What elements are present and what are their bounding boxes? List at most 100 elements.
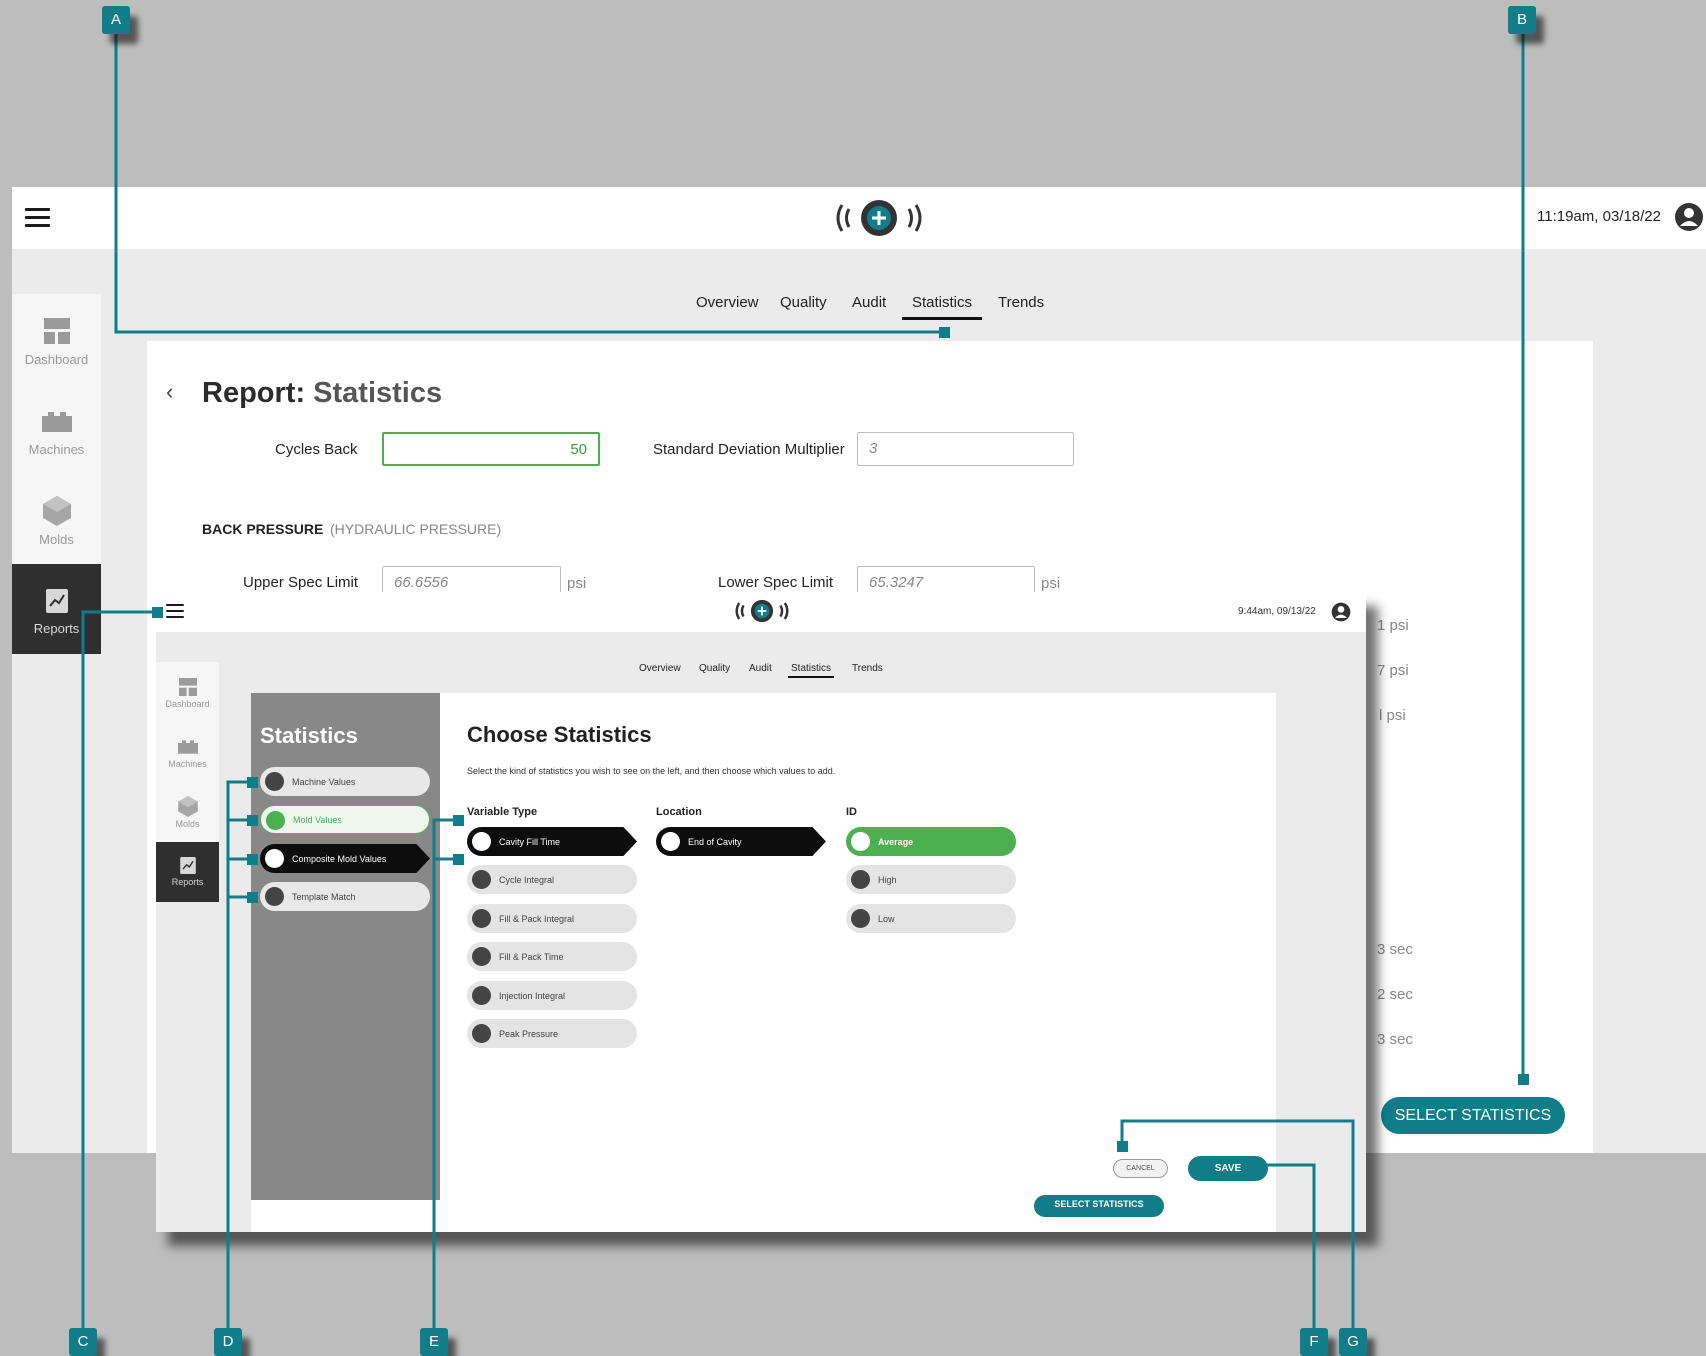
inset-window: 9:44am, 09/13/22 Overview Quality Audit … bbox=[156, 592, 1366, 1232]
tab-overview[interactable]: Overview bbox=[696, 294, 759, 311]
save-button[interactable]: SAVE bbox=[1188, 1156, 1268, 1181]
menu-icon[interactable] bbox=[166, 604, 184, 618]
sidebar-item-molds[interactable]: Molds bbox=[156, 782, 219, 842]
tab-quality[interactable]: Quality bbox=[699, 663, 730, 674]
location-end-of-cavity[interactable]: End of Cavity bbox=[656, 827, 826, 856]
sidebar-item-machines[interactable]: Machines bbox=[12, 384, 101, 474]
page-title: Report: Statistics bbox=[202, 377, 442, 410]
app-logo-icon bbox=[735, 599, 789, 623]
mold-icon bbox=[42, 496, 71, 526]
callout-marker: G bbox=[1339, 1328, 1367, 1356]
callout-marker: A bbox=[102, 6, 130, 34]
variable-peak-pressure[interactable]: Peak Pressure bbox=[467, 1019, 637, 1048]
tab-trends[interactable]: Trends bbox=[852, 663, 883, 674]
variable-label: Peak Pressure bbox=[499, 1028, 559, 1039]
select-statistics-button[interactable]: SELECT STATISTICS bbox=[1034, 1195, 1164, 1217]
machine-icon bbox=[177, 740, 198, 754]
variable-label: Fill & Pack Integral bbox=[499, 913, 575, 924]
variable-icon bbox=[472, 870, 491, 889]
sidebar-item-machines[interactable]: Machines bbox=[156, 722, 219, 782]
check-icon bbox=[851, 832, 870, 851]
sidebar-label: Molds bbox=[175, 819, 200, 829]
category-label: Composite Mold Values bbox=[292, 853, 387, 864]
user-account-icon[interactable] bbox=[1674, 202, 1704, 232]
cancel-button[interactable]: CANCEL bbox=[1113, 1159, 1168, 1178]
lsl-unit: psi bbox=[1041, 575, 1061, 592]
sidebar-label: Dashboard bbox=[24, 352, 89, 367]
category-composite-mold-values[interactable]: Composite Mold Values bbox=[260, 844, 430, 873]
callout-marker: C bbox=[69, 1328, 97, 1356]
variable-icon bbox=[472, 832, 491, 851]
sdm-input[interactable]: 3 bbox=[857, 432, 1074, 466]
sidebar-label: Molds bbox=[39, 532, 74, 547]
sidebar-item-reports[interactable]: Reports bbox=[12, 564, 101, 654]
select-statistics-button[interactable]: SELECT STATISTICS bbox=[1381, 1097, 1565, 1134]
user-account-icon[interactable] bbox=[1331, 602, 1351, 622]
section-subtitle: (HYDRAULIC PRESSURE) bbox=[330, 521, 502, 537]
tab-statistics[interactable]: Statistics bbox=[901, 294, 983, 320]
tab-quality[interactable]: Quality bbox=[780, 294, 827, 311]
variable-label: Fill & Pack Time bbox=[499, 951, 564, 962]
tab-overview[interactable]: Overview bbox=[639, 663, 681, 674]
mold-icon bbox=[266, 811, 285, 830]
category-template-match[interactable]: Template Match bbox=[260, 882, 430, 911]
clock: 11:19am, 03/18/22 bbox=[1537, 208, 1661, 225]
partial-value: 2 sec bbox=[1377, 986, 1413, 1003]
callout-marker: F bbox=[1300, 1328, 1328, 1356]
variable-label: Cycle Integral bbox=[499, 874, 555, 885]
dialog-description: Select the kind of statistics you wish t… bbox=[467, 766, 836, 776]
usl-label: Upper Spec Limit bbox=[243, 574, 359, 591]
lsl-label: Lower Spec Limit bbox=[718, 574, 834, 591]
panel-title: Statistics bbox=[260, 723, 358, 748]
callout-marker: D bbox=[214, 1328, 242, 1356]
category-machine-values[interactable]: Machine Values bbox=[260, 767, 430, 796]
back-chevron-icon[interactable]: ‹ bbox=[166, 379, 173, 405]
machine-icon bbox=[265, 772, 284, 791]
variable-cavity-fill-time[interactable]: Cavity Fill Time bbox=[467, 827, 637, 856]
variable-fill-pack-integral[interactable]: Fill & Pack Integral bbox=[467, 904, 637, 933]
variable-type-header: Variable Type bbox=[467, 806, 538, 818]
section-title: BACK PRESSURE bbox=[202, 521, 324, 537]
cycles-back-input[interactable]: 50 bbox=[382, 432, 600, 466]
sidebar-item-reports[interactable]: Reports bbox=[156, 842, 219, 902]
id-high[interactable]: High bbox=[846, 865, 1016, 894]
id-low[interactable]: Low bbox=[846, 904, 1016, 933]
cycles-back-label: Cycles Back bbox=[275, 441, 358, 458]
category-mold-values[interactable]: Mold Values bbox=[260, 805, 430, 834]
location-label: End of Cavity bbox=[688, 836, 742, 847]
variable-icon bbox=[472, 986, 491, 1005]
sidebar-item-molds[interactable]: Molds bbox=[12, 474, 101, 564]
tab-statistics[interactable]: Statistics bbox=[787, 663, 835, 678]
usl-unit: psi bbox=[567, 575, 587, 592]
sidebar-label: Reports bbox=[171, 877, 204, 887]
menu-icon[interactable] bbox=[25, 208, 50, 227]
id-average[interactable]: Average bbox=[846, 827, 1016, 856]
category-label: Machine Values bbox=[292, 776, 356, 787]
statistics-category-panel: Statistics Machine Values Mold Values Co… bbox=[251, 693, 440, 1200]
sidebar-label: Dashboard bbox=[165, 699, 210, 709]
variable-cycle-integral[interactable]: Cycle Integral bbox=[467, 865, 637, 894]
report-tabs: Overview Quality Audit Statistics Trends bbox=[12, 294, 1706, 330]
variable-fill-pack-time[interactable]: Fill & Pack Time bbox=[467, 942, 637, 971]
tab-audit[interactable]: Audit bbox=[749, 663, 772, 674]
id-icon bbox=[851, 870, 870, 889]
callout-marker: B bbox=[1508, 6, 1536, 34]
id-icon bbox=[851, 909, 870, 928]
partial-value: 3 sec bbox=[1377, 1031, 1413, 1048]
machine-icon bbox=[41, 412, 72, 432]
partial-value: 1 psi bbox=[1377, 617, 1409, 634]
tab-trends[interactable]: Trends bbox=[998, 294, 1044, 311]
tab-audit[interactable]: Audit bbox=[852, 294, 886, 311]
variable-label: Injection Integral bbox=[499, 990, 566, 1001]
choose-statistics-dialog: Statistics Machine Values Mold Values Co… bbox=[251, 693, 1276, 1232]
variable-injection-integral[interactable]: Injection Integral bbox=[467, 981, 637, 1010]
id-label: High bbox=[878, 874, 897, 885]
title-sub: Statistics bbox=[313, 377, 443, 409]
report-chart-icon bbox=[45, 589, 68, 613]
composite-mold-icon bbox=[265, 849, 284, 868]
sidebar-item-dashboard[interactable]: Dashboard bbox=[156, 662, 219, 722]
dialog-title: Choose Statistics bbox=[467, 722, 652, 747]
sidebar-label: Machines bbox=[28, 442, 85, 457]
clock: 9:44am, 09/13/22 bbox=[1238, 606, 1316, 617]
id-label: Low bbox=[878, 913, 895, 924]
